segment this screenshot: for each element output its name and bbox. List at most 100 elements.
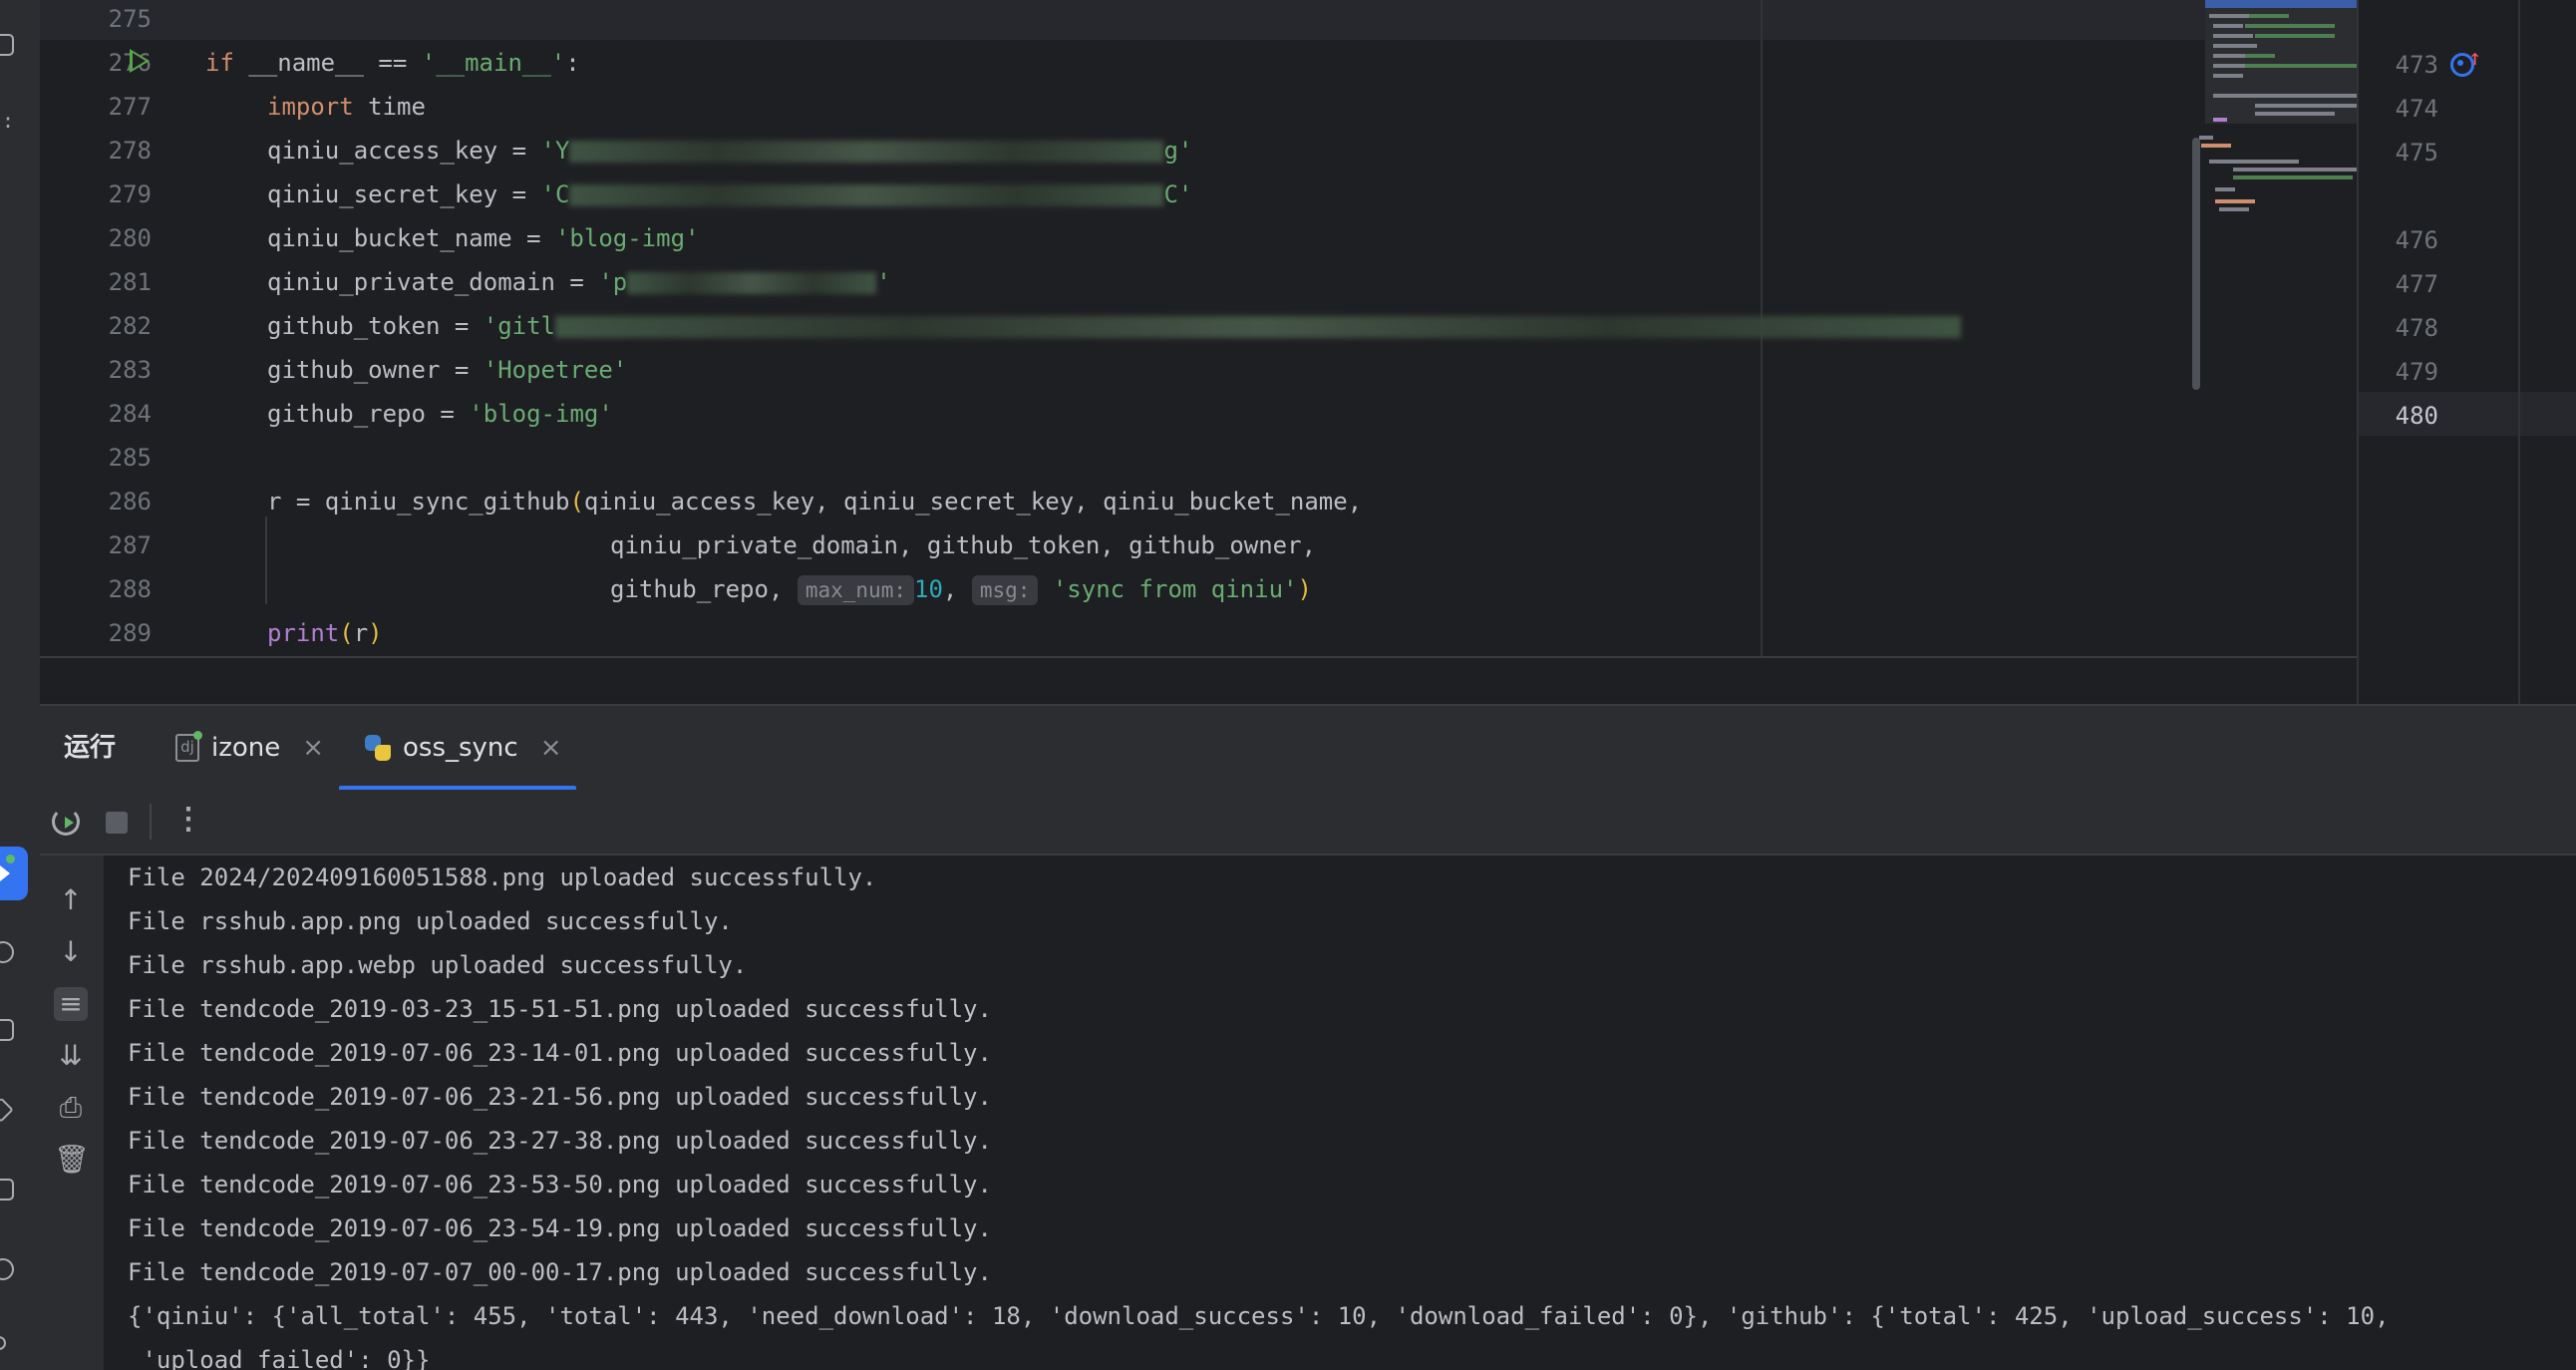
run-tool-button[interactable]	[0, 847, 28, 900]
rerun-icon[interactable]	[52, 808, 80, 836]
line-number: 288	[108, 575, 152, 603]
tab-oss-sync[interactable]: oss_sync ×	[365, 730, 562, 766]
redacted-secret	[555, 316, 1961, 338]
line-number: 476	[2395, 226, 2438, 254]
tab-label: oss_sync	[403, 733, 518, 763]
python-icon	[365, 735, 391, 761]
indent-guide	[265, 516, 267, 604]
editor-scrollbar[interactable]	[2192, 138, 2200, 390]
secondary-editor-gutter: 473 474 475 476 477 478 479 480 ↑	[2357, 0, 2576, 704]
paren: (	[339, 619, 354, 647]
run-window-title: 运行	[64, 733, 117, 763]
current-line-highlight	[40, 0, 2358, 40]
string-literal: 'sync from qiniu'	[1052, 575, 1298, 603]
line-number: 284	[108, 400, 152, 428]
problems-icon[interactable]	[0, 1258, 14, 1282]
builtin-function: print	[267, 619, 340, 647]
trash-icon[interactable]: 🗑	[54, 1143, 90, 1177]
console-line: File tendcode_2019-07-06_23-27-38.png up…	[128, 1127, 992, 1155]
more-options-icon[interactable]: ⋮	[173, 802, 203, 838]
layers-icon[interactable]	[0, 1019, 14, 1043]
string-literal: 'Hopetree'	[483, 356, 628, 384]
line-number: 275	[108, 5, 152, 33]
console-line: File 2024/202409160051588.png uploaded s…	[128, 863, 877, 891]
tab-izone[interactable]: dj izone ×	[175, 730, 324, 766]
string-literal: g'	[1163, 137, 1193, 165]
django-icon: dj	[175, 731, 202, 762]
code-text: github_repo,	[610, 575, 798, 603]
run-tool-window: 运行 dj izone × oss_sync × ⋮ ↑ ↓ ≡ ⇊ ⎙ 🗑 F…	[40, 704, 2576, 1370]
stop-icon[interactable]	[106, 812, 128, 834]
number-literal: 10	[914, 575, 943, 603]
code-line-280: qiniu_bucket_name = 'blog-img'	[267, 216, 699, 260]
line-number: 477	[2395, 270, 2438, 298]
paren: )	[368, 619, 383, 647]
tab-label: izone	[211, 733, 281, 763]
code-line-282: github_token = 'gitl	[267, 304, 1961, 348]
parameter-hint: msg:	[971, 575, 1039, 605]
parameter-hint: max_num:	[797, 575, 914, 605]
paren: )	[1297, 575, 1312, 603]
code-line-278: qiniu_access_key = 'Y g'	[267, 129, 1192, 172]
console-line: File tendcode_2019-07-06_23-21-56.png up…	[128, 1083, 992, 1111]
structure-icon[interactable]	[0, 34, 14, 58]
keyword: if	[205, 49, 234, 77]
console-output[interactable]: File 2024/202409160051588.png uploaded s…	[128, 856, 2576, 1370]
code-line-288: github_repo, max_num: 10, msg: 'sync from…	[610, 567, 1312, 611]
run-toolbar: ⋮	[40, 790, 2576, 856]
line-gutter: 275 276 277 278 279 280 281 282 283 284 …	[40, 0, 199, 658]
console-line: File tendcode_2019-07-06_23-14-01.png up…	[128, 1039, 992, 1067]
code-text: r	[353, 619, 369, 647]
line-number: 480	[2395, 402, 2438, 430]
scroll-down-icon[interactable]: ↓	[54, 935, 88, 969]
code-text: github_repo =	[267, 400, 470, 428]
run-gutter-icon[interactable]	[130, 49, 150, 73]
console-line: File tendcode_2019-07-06_23-53-50.png up…	[128, 1171, 992, 1199]
terminal-icon[interactable]	[0, 1179, 14, 1202]
code-text: qiniu_secret_key =	[267, 180, 541, 208]
code-text: qiniu_access_key, qiniu_secret_key, qini…	[583, 488, 1363, 515]
line-number: 285	[108, 444, 152, 472]
console-line: 'upload_failed': 0}}	[128, 1346, 431, 1370]
redacted-secret	[569, 141, 1164, 163]
git-icon[interactable]	[0, 1336, 14, 1360]
code-editor[interactable]: 275 276 277 278 279 280 281 282 283 284 …	[40, 0, 2576, 658]
scroll-to-end-icon[interactable]: ⇊	[54, 1039, 88, 1073]
code-line-286: r = qiniu_sync_github(qiniu_access_key, …	[267, 480, 1362, 523]
code-text: qiniu_bucket_name =	[267, 224, 555, 252]
console-line: File rsshub.app.png uploaded successfull…	[128, 907, 733, 935]
console-line: File tendcode_2019-03-23_15-51-51.png up…	[128, 995, 992, 1023]
code-line-284: github_repo = 'blog-img'	[267, 392, 613, 436]
string-literal: 'gitl	[483, 312, 555, 340]
code-line-281: qiniu_private_domain = 'p '	[267, 260, 891, 304]
string-literal: 'blog-img'	[554, 224, 700, 252]
line-number: 282	[108, 312, 152, 340]
string-literal: '__main__'	[421, 49, 566, 77]
code-text: github_token =	[267, 312, 483, 340]
console-line: File tendcode_2019-07-07_00-00-17.png up…	[128, 1258, 992, 1286]
close-icon[interactable]: ×	[302, 733, 324, 763]
code-text: :	[565, 49, 580, 77]
python-console-icon[interactable]	[0, 941, 14, 965]
code-text: time	[353, 93, 426, 121]
activity-strip: :	[0, 0, 40, 1370]
run-tab-bar: 运行 dj izone × oss_sync ×	[40, 704, 2576, 791]
console-line: File tendcode_2019-07-06_23-54-19.png up…	[128, 1214, 992, 1242]
line-number: 280	[108, 224, 152, 252]
string-literal: '	[876, 268, 891, 296]
close-icon[interactable]: ×	[540, 733, 562, 763]
code-line-276: if __name__ == '__main__':	[205, 41, 580, 85]
print-icon[interactable]: ⎙	[54, 1091, 88, 1125]
code-line-287: qiniu_private_domain, github_token, gith…	[610, 523, 1316, 567]
line-number: 479	[2395, 358, 2438, 386]
line-number: 283	[108, 356, 152, 384]
code-text: __name__ ==	[233, 49, 422, 77]
more-dots-icon[interactable]: :	[0, 108, 14, 132]
line-number: 277	[108, 93, 152, 121]
soft-wrap-icon[interactable]: ≡	[54, 987, 88, 1021]
code-line-277: import time	[267, 85, 426, 129]
services-icon[interactable]	[0, 1099, 14, 1123]
scroll-up-icon[interactable]: ↑	[54, 883, 88, 917]
string-literal: 'blog-img'	[469, 400, 613, 428]
code-line-283: github_owner = 'Hopetree'	[267, 348, 627, 392]
